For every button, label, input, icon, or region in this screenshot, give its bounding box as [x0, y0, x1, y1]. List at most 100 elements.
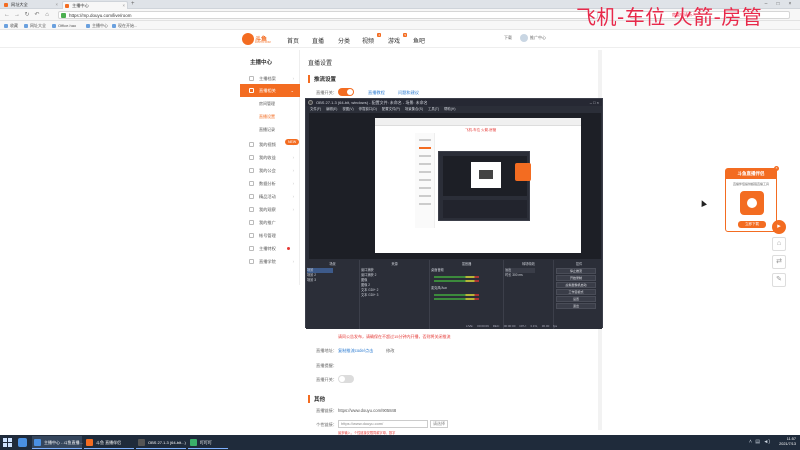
- modify-button[interactable]: 修改: [386, 348, 394, 354]
- low-delay-toggle[interactable]: [338, 375, 354, 383]
- download-button[interactable]: 立即下载: [738, 221, 766, 228]
- sidebar-item-promotion[interactable]: 我的推广: [240, 216, 300, 229]
- exit-button[interactable]: 退出: [556, 303, 596, 309]
- volume-icon[interactable]: ◄): [763, 439, 770, 445]
- sidebar-sub-room[interactable]: 房间管理: [240, 98, 300, 110]
- sidebar-sub-live-settings[interactable]: 直播设置: [240, 111, 300, 123]
- mixer-channel-label: 麦克风/Aux: [431, 286, 447, 290]
- taskbar-app-browser[interactable]: 主播中心 - 斗鱼直播...: [32, 436, 83, 449]
- dock-title: 转场特效: [522, 262, 535, 266]
- sidebar-item-data[interactable]: 数据分析 ›: [240, 177, 300, 190]
- section-title-other: 其他: [308, 395, 325, 403]
- maximize-icon[interactable]: □: [772, 1, 784, 7]
- windows-start-icon[interactable]: [3, 438, 12, 447]
- browser-taskbar-icon[interactable]: [18, 438, 27, 447]
- custom-link-select[interactable]: 请选择: [430, 420, 448, 428]
- new-badge: NEW: [285, 139, 300, 145]
- nested-overlay-text: 飞机-车位 火箭-房管: [465, 128, 497, 132]
- studio-mode-button[interactable]: 工作室模式: [556, 289, 596, 295]
- tab-navigation[interactable]: 网址大全 ×: [2, 1, 60, 9]
- sidebar-item-guild[interactable]: 我的公会 ›: [240, 164, 300, 177]
- close-tab-icon[interactable]: ×: [56, 2, 58, 7]
- nav-live[interactable]: 直播: [312, 36, 324, 45]
- nav-home[interactable]: 首页: [287, 36, 299, 45]
- feedback-link[interactable]: 问题和建议: [398, 90, 419, 96]
- new-tab-icon[interactable]: +: [131, 1, 135, 7]
- nav-video[interactable]: 视频 4: [362, 33, 382, 45]
- sidebar-item-academy[interactable]: 直播学院 ›: [240, 255, 300, 268]
- obs-menu-tools[interactable]: 工具(T): [428, 107, 439, 111]
- bookmark-item[interactable]: 收藏: [4, 23, 18, 29]
- virtual-camera-button[interactable]: 虚拟摄像机启动: [556, 282, 596, 288]
- sidebar-item-income[interactable]: 我的收益 ›: [240, 151, 300, 164]
- play-icon[interactable]: ▸: [772, 220, 786, 234]
- mixer-channel-label: 桌面音频: [431, 268, 444, 272]
- source-item[interactable]: 文本 GDI+ 3: [361, 293, 378, 298]
- settings-button[interactable]: 设置: [556, 296, 596, 302]
- stream-url-link[interactable]: 复制推流code/点击: [338, 348, 373, 354]
- url-input[interactable]: https://mp.douyu.com/live/room: [58, 11, 598, 19]
- undo-icon[interactable]: ↶: [33, 11, 41, 19]
- nav-category[interactable]: 分类: [338, 36, 350, 45]
- taskbar-app-other[interactable]: 叮叮叮: [188, 436, 228, 449]
- tab-label: 主播中心: [72, 3, 89, 8]
- obs-menu-profile[interactable]: 配置文件(P): [382, 107, 400, 111]
- obs-menu-help[interactable]: 帮助(H): [444, 107, 456, 111]
- sidebar-item-privilege[interactable]: 主播特权: [240, 242, 300, 255]
- avatar[interactable]: [520, 34, 528, 42]
- scene-item[interactable]: 场景 3: [307, 278, 333, 283]
- clock[interactable]: 11:57 2021/7/13: [779, 437, 796, 447]
- tab-streamer-center[interactable]: 主播中心 ×: [62, 1, 128, 9]
- float-download-card[interactable]: 斗鱼直播伴侣 直播伴侣提供超强直播工具 立即下载 ×: [725, 166, 779, 232]
- obs-menubar: 文件(F) 编辑(E) 视图(V) 停靠窗口(D) 配置文件(P) 场景集合(S…: [306, 106, 602, 112]
- custom-link-input[interactable]: https://www.douyu.com/: [338, 420, 428, 428]
- forward-icon[interactable]: →: [13, 11, 21, 19]
- bookmark-item[interactable]: 现在开始...: [112, 23, 137, 29]
- sidebar-item-observe[interactable]: 我的观察 ›: [240, 203, 300, 216]
- douyu-logo[interactable]: 斗鱼 DOUYU.COM: [242, 33, 272, 45]
- close-icon[interactable]: ×: [774, 166, 779, 171]
- tutorial-link[interactable]: 直播教程: [368, 90, 385, 96]
- sidebar-item-events[interactable]: 精品活动 ›: [240, 190, 300, 203]
- close-tab-icon[interactable]: ×: [123, 3, 125, 8]
- bookmark-item[interactable]: 网址大全: [24, 23, 46, 29]
- taskbar-app-obs[interactable]: OBS 27.1.3 (64-bit...): [136, 436, 186, 449]
- float-card-title: 斗鱼直播伴侣: [726, 169, 776, 179]
- start-recording-button[interactable]: 开始录制: [556, 275, 596, 281]
- download-link[interactable]: 下载: [504, 35, 512, 41]
- bookmark-item[interactable]: Office.hao: [52, 23, 76, 28]
- obs-menu-view[interactable]: 视图(V): [342, 107, 353, 111]
- obs-window-controls[interactable]: – □ ×: [590, 99, 599, 106]
- bookmark-item[interactable]: 主播中心: [86, 23, 108, 29]
- obs-menu-edit[interactable]: 编辑(E): [326, 107, 337, 111]
- obs-preview[interactable]: 飞机-车位 火箭-房管: [309, 113, 601, 259]
- obs-menu-file[interactable]: 文件(F): [310, 107, 321, 111]
- chevron-up-icon[interactable]: ˄: [749, 439, 752, 445]
- nav-game[interactable]: 游戏 5: [388, 33, 408, 45]
- favicon-icon: [65, 4, 69, 8]
- obs-menu-docks[interactable]: 停靠窗口(D): [359, 107, 377, 111]
- back-icon[interactable]: ←: [3, 11, 11, 19]
- nav-fishbar[interactable]: 鱼吧: [413, 36, 425, 45]
- home-icon[interactable]: ⌂: [43, 11, 51, 19]
- reload-icon[interactable]: ↻: [23, 11, 31, 19]
- home-side-icon[interactable]: ⌂: [772, 237, 786, 251]
- obs-menu-scenes[interactable]: 场景集合(S): [405, 107, 423, 111]
- taskbar-app-companion[interactable]: 斗鱼 直播伴侣: [84, 436, 134, 449]
- user-menu[interactable]: 推广中心: [530, 35, 546, 41]
- system-tray[interactable]: ˄ ▤ ◄): [749, 439, 770, 445]
- nested-obs: [438, 151, 530, 221]
- sidebar-item-account[interactable]: 帐号管理: [240, 229, 300, 242]
- close-window-icon[interactable]: ×: [784, 1, 796, 7]
- network-icon[interactable]: ▤: [755, 439, 760, 445]
- gift-icon: [249, 194, 254, 199]
- room-link-value: https://www.douyu.com/905848: [338, 408, 397, 413]
- sidebar-sub-live-records[interactable]: 直播记录: [240, 124, 300, 136]
- sidebar-item-live[interactable]: 直播相关 ⌄: [240, 84, 300, 97]
- live-switch-toggle[interactable]: [338, 88, 354, 96]
- folder-icon: [24, 24, 28, 28]
- dock-transitions: 转场特效 淡出 时长 300 ms: [504, 260, 554, 329]
- stop-streaming-button[interactable]: 停止推流: [556, 268, 596, 274]
- feedback-icon[interactable]: ✎: [772, 273, 786, 287]
- share-icon[interactable]: ⇄: [772, 255, 786, 269]
